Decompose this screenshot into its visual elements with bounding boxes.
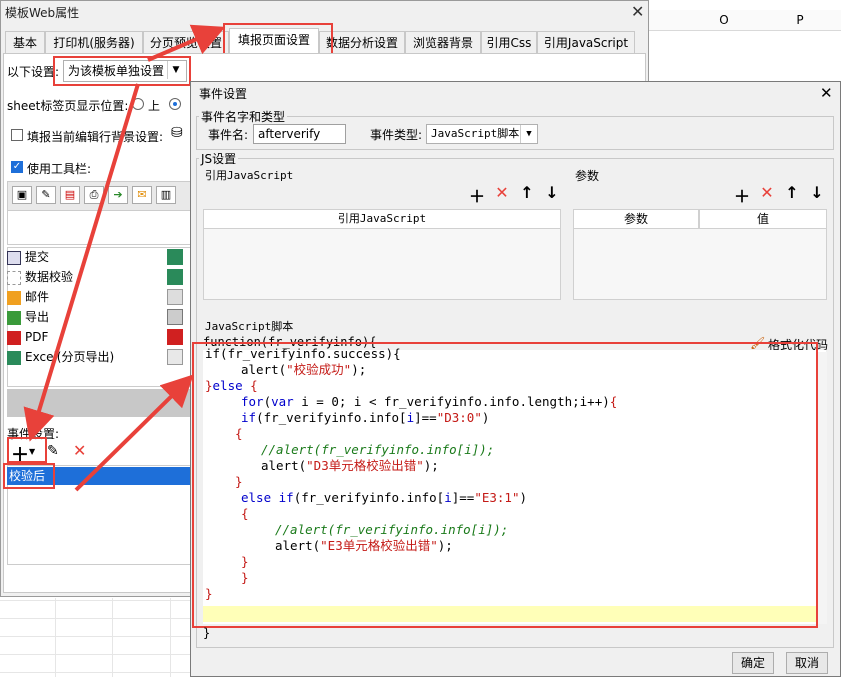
annotation-arrow <box>74 374 194 492</box>
annotation-arrow <box>23 83 140 442</box>
annotation-arrow <box>147 24 226 62</box>
annotation-arrows <box>23 24 226 492</box>
